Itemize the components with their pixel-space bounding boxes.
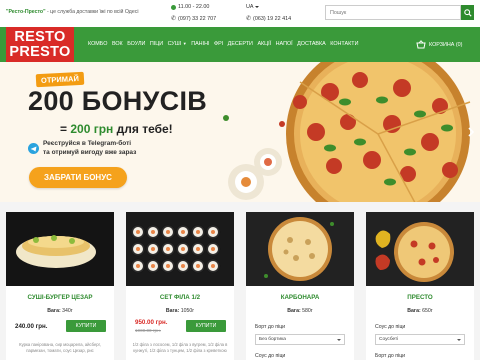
product-price: 950.00 грн. — [135, 319, 168, 326]
product-old-price: 1000.00 грн. — [135, 328, 161, 333]
promo-title: 200 БОНУСІВ — [28, 86, 208, 116]
product-price: 240.00 грн. — [15, 323, 48, 330]
option-label: Соус до піци — [255, 353, 286, 359]
product-name[interactable]: СЕТ ФІЛА 1/2 — [126, 294, 234, 301]
chevron-down-icon — [337, 339, 341, 341]
search-input[interactable]: Пошук — [325, 5, 461, 20]
product-weight: Вага: 580г — [287, 308, 313, 314]
telegram-icon — [28, 143, 39, 154]
chevron-down-icon: ▼ — [182, 41, 187, 46]
product-card: СЕТ ФІЛА 1/2 Вага: 1050г 950.00 грн. 100… — [126, 212, 234, 360]
option-label: Соус до піци — [375, 324, 406, 330]
nav-item-contacts[interactable]: КОНТАКТИ — [330, 41, 358, 47]
basket-icon — [416, 40, 426, 49]
crust-select[interactable]: Без бортика — [255, 334, 345, 345]
nav-item-pizza[interactable]: ПІЦИ — [150, 41, 163, 47]
nav-item-desserts[interactable]: ДЕСЕРТИ — [228, 41, 253, 47]
clock-icon — [171, 4, 176, 10]
nav-item-fries[interactable]: ФРІ — [214, 41, 223, 47]
nav-item-bowls[interactable]: БОУЛИ — [127, 41, 145, 47]
product-name[interactable]: КАРБОНАРА — [246, 294, 354, 301]
promo-tag: ОТРИМАЙ — [35, 71, 85, 88]
logo[interactable]: RESTO PRESTO — [6, 27, 74, 64]
cart-button[interactable]: КОРЗИНА (0) — [416, 40, 462, 49]
nav-item-drinks[interactable]: НАПОЇ — [276, 41, 293, 47]
product-description: Курка панірована, сир моцарела, айсберг,… — [19, 342, 101, 353]
option-label: Борт до піци — [255, 324, 286, 330]
nav-items: КОМБО ВОК БОУЛИ ПІЦИ СУШІ ▼ ПАНІНІ ФРІ Д… — [88, 41, 358, 47]
product-image[interactable] — [126, 212, 234, 286]
nav-item-promos[interactable]: АКЦІЇ — [257, 41, 271, 47]
phone-icon: ✆ — [171, 16, 177, 22]
product-image[interactable] — [6, 212, 114, 286]
nav-item-wok[interactable]: ВОК — [112, 41, 123, 47]
search-button[interactable] — [461, 5, 474, 20]
language-selector[interactable]: UA — [246, 4, 259, 10]
search-icon — [463, 8, 472, 17]
option-label: Борт до піци — [375, 353, 406, 359]
telegram-info: Реєструйся в Telegram-боті та отримуй ви… — [28, 140, 136, 157]
sauce-select[interactable]: Соусбеті — [375, 334, 465, 345]
product-weight: Вага: 1050г — [165, 308, 195, 314]
product-weight: Вага: 340г — [47, 308, 73, 314]
promo-subtitle: = 200 грн для тебе! — [60, 122, 173, 136]
nav-item-sushi[interactable]: СУШІ ▼ — [168, 41, 187, 47]
product-card: ПРЕСТО Вага: 650г Соус до піци Соусбеті … — [366, 212, 474, 360]
slogan: "Ресто-Престо" - це служба доставки їжі … — [6, 9, 139, 15]
top-bar: "Ресто-Престо" - це служба доставки їжі … — [0, 0, 480, 27]
product-weight: Вага: 650г — [407, 308, 433, 314]
product-image[interactable] — [246, 212, 354, 286]
product-name[interactable]: СУШІ-БУРГЕР ЦЕЗАР — [6, 294, 114, 301]
chevron-down-icon — [254, 5, 259, 8]
phone-icon: ✆ — [246, 16, 252, 22]
buy-button[interactable]: КУПИТИ — [186, 320, 226, 332]
nav-item-delivery[interactable]: ДОСТАВКА — [297, 41, 326, 47]
product-card: СУШІ-БУРГЕР ЦЕЗАР Вага: 340г 240.00 грн.… — [6, 212, 114, 360]
phone-2[interactable]: ✆ (063) 19 22 414 — [246, 15, 291, 23]
get-bonus-button[interactable]: ЗАБРАТИ БОНУС — [29, 167, 127, 188]
working-hours: 11.00 - 22.00 — [171, 4, 209, 10]
nav-item-panini[interactable]: ПАНІНІ — [191, 41, 209, 47]
product-name[interactable]: ПРЕСТО — [366, 294, 474, 301]
chevron-right-icon[interactable] — [466, 127, 476, 137]
nav-item-combo[interactable]: КОМБО — [88, 41, 107, 47]
product-description: 1/2 філа з лососем, 1/2 філа з вугрем, 1… — [132, 342, 228, 353]
phone-1[interactable]: ✆ (097) 33 22 707 — [171, 15, 216, 23]
product-image[interactable] — [366, 212, 474, 286]
chevron-down-icon — [457, 339, 461, 341]
product-card: КАРБОНАРА Вага: 580г Борт до піци Без бо… — [246, 212, 354, 360]
buy-button[interactable]: КУПИТИ — [66, 320, 106, 332]
